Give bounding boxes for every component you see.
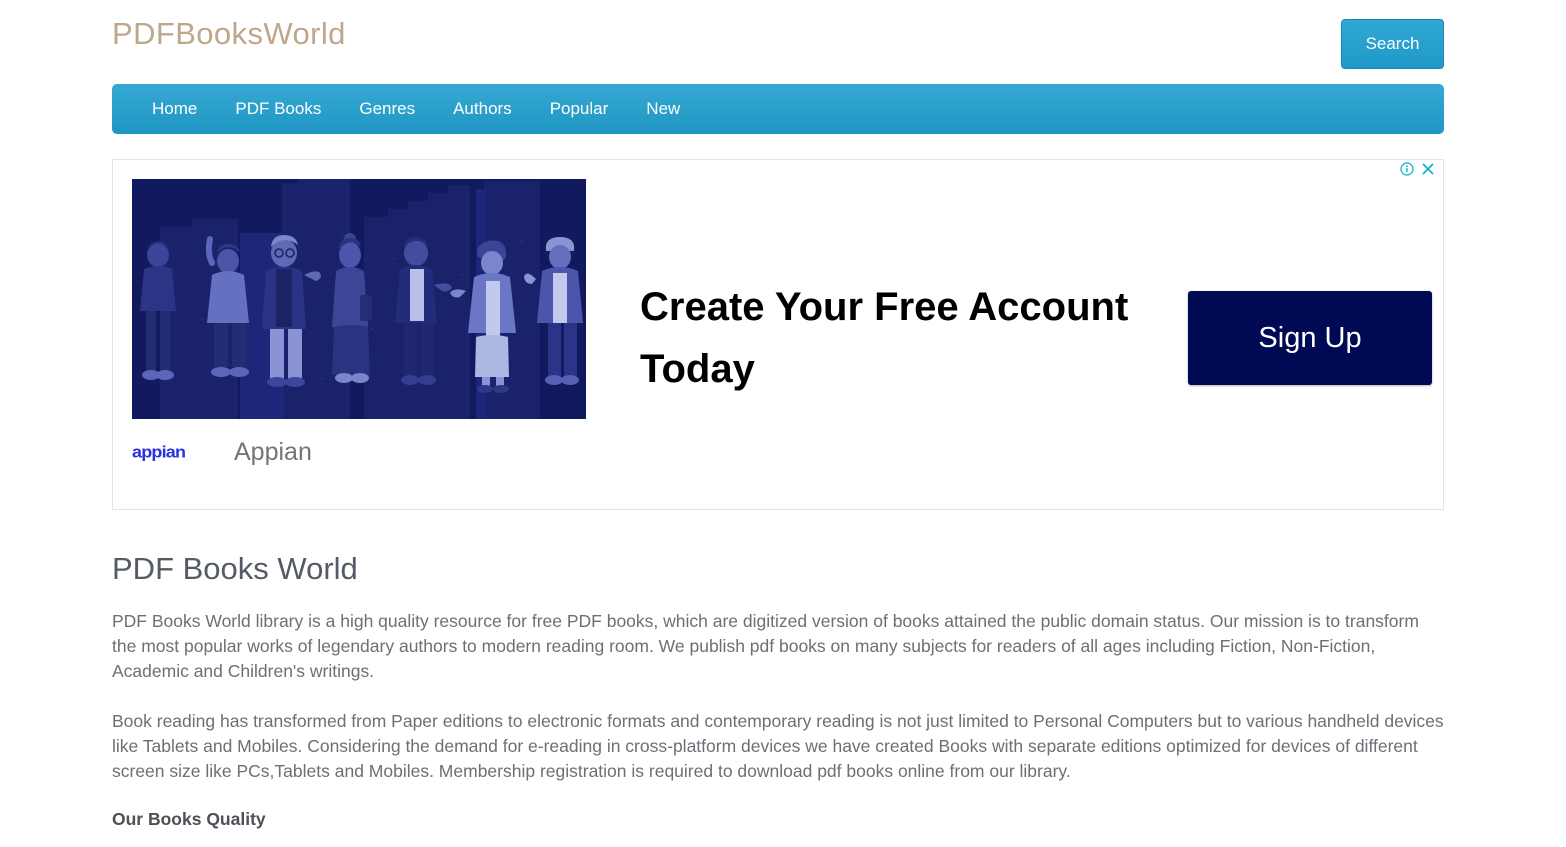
nav-item-new[interactable]: New <box>646 99 680 119</box>
ad-headline: Create Your Free Account Today <box>640 285 1129 391</box>
main-navigation: Home PDF Books Genres Authors Popular Ne… <box>112 84 1444 134</box>
ad-body: Create Your Free Account Today Sign Up a… <box>113 160 1443 509</box>
advertisement-banner[interactable]: Create Your Free Account Today Sign Up a… <box>112 159 1444 510</box>
nav-item-authors[interactable]: Authors <box>453 99 512 119</box>
ad-advertiser[interactable]: appian Appian <box>132 438 312 467</box>
main-content: PDF Books World PDF Books World library … <box>112 551 1446 830</box>
intro-paragraph-1: PDF Books World library is a high qualit… <box>112 611 1419 681</box>
search-button[interactable]: Search <box>1341 19 1444 69</box>
nav-item-pdf-books[interactable]: PDF Books <box>235 99 321 119</box>
advertiser-name: Appian <box>234 438 312 466</box>
appian-logo: appian <box>132 442 186 462</box>
ad-illustration-people-city <box>132 179 586 419</box>
page-title: PDF Books World <box>112 551 358 586</box>
books-quality-subheading: Our Books Quality <box>112 809 266 829</box>
site-logo[interactable]: PDFBooksWorld <box>112 16 346 52</box>
page-root: PDFBooksWorld Search Home PDF Books Genr… <box>0 0 1566 847</box>
nav-item-genres[interactable]: Genres <box>359 99 415 119</box>
site-header: PDFBooksWorld Search <box>0 0 1566 82</box>
nav-item-home[interactable]: Home <box>152 99 197 119</box>
ad-signup-button[interactable]: Sign Up <box>1188 291 1432 385</box>
intro-paragraph-2: Book reading has transformed from Paper … <box>112 711 1444 781</box>
nav-item-popular[interactable]: Popular <box>550 99 609 119</box>
